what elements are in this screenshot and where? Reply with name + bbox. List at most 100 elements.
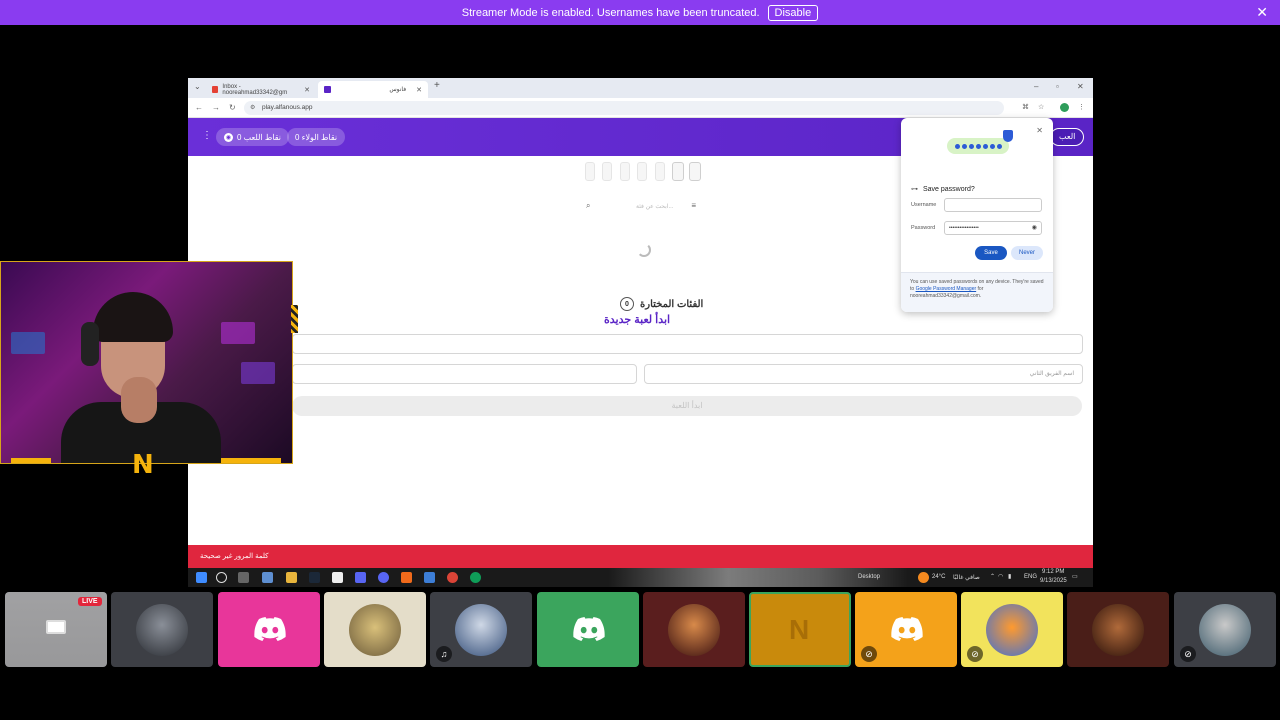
shield-icon	[1003, 130, 1013, 142]
weather-icon	[918, 572, 929, 583]
loyalty-points-pill[interactable]: نقاط الولاء 0	[287, 128, 346, 146]
new-tab-button[interactable]: +	[434, 80, 440, 91]
selected-categories-label: الفئات المختارة	[640, 298, 704, 310]
category-tab[interactable]	[672, 162, 684, 181]
password-field[interactable]: ••••••••••••••••• ◉	[944, 221, 1042, 235]
team-two-placeholder: اسم الفريق الثاني	[1029, 371, 1074, 377]
reload-icon[interactable]: ↻	[229, 103, 236, 112]
participant-tile[interactable]: ♫	[430, 592, 532, 667]
participant-tile[interactable]	[643, 592, 745, 667]
team-one-input[interactable]	[292, 364, 637, 384]
discord-logo-icon	[254, 617, 286, 641]
site-info-icon[interactable]: ⚙	[250, 101, 255, 115]
browser-window: ⌄ Inbox - nooreahmad33342@gm ✕ فانوس ✕ +…	[188, 78, 1093, 568]
selected-categories-count: 0	[620, 297, 634, 311]
restore-button[interactable]: ▫	[1056, 82, 1059, 91]
notification-icon[interactable]: ▭	[1072, 573, 1078, 580]
streamer-logo-icon: N	[789, 614, 810, 645]
tab-inbox[interactable]: Inbox - nooreahmad33342@gm ✕	[206, 81, 316, 98]
password-value: •••••••••••••••••	[949, 225, 979, 231]
participant-tile[interactable]	[537, 592, 639, 667]
weather-temp: 24°C	[932, 574, 946, 580]
participant-tile[interactable]	[1067, 592, 1169, 667]
password-manager-link[interactable]: Google Password Manager	[916, 286, 977, 292]
steam-icon[interactable]	[309, 572, 320, 583]
participant-tile[interactable]: ⊘	[855, 592, 957, 667]
filter-icon[interactable]: ≡	[691, 201, 696, 210]
search-placeholder: ابحث عن فئة...	[636, 204, 674, 210]
url-text: play.alfanous.app	[262, 104, 313, 111]
participant-tile[interactable]	[324, 592, 426, 667]
category-tab[interactable]	[637, 162, 647, 181]
participant-avatar	[455, 604, 507, 656]
category-tab[interactable]	[689, 162, 701, 181]
popup-title: ⊶ Save password?	[911, 185, 975, 194]
category-search[interactable]: ⌕ ابحث عن فئة... ≡	[584, 201, 698, 215]
category-tab[interactable]	[602, 162, 612, 181]
close-banner-icon[interactable]: ✕	[1256, 4, 1268, 21]
streamer-webcam	[0, 261, 293, 464]
category-tab[interactable]	[655, 162, 665, 181]
category-tab[interactable]	[620, 162, 630, 181]
never-button[interactable]: Never	[1011, 246, 1043, 260]
participant-avatar	[986, 604, 1038, 656]
forward-icon[interactable]: →	[212, 103, 220, 112]
gmail-icon	[212, 86, 219, 93]
participant-tile[interactable]	[111, 592, 213, 667]
game-name-input[interactable]	[292, 334, 1083, 354]
teams-icon[interactable]	[355, 572, 366, 583]
bookmark-star-icon[interactable]: ☆	[1038, 103, 1044, 111]
tab-search-icon[interactable]: ⌄	[194, 82, 201, 91]
participant-tile-speaking[interactable]: N	[749, 592, 851, 667]
tab-title: Inbox - nooreahmad33342@gm	[222, 83, 288, 96]
disable-streamer-mode-button[interactable]: Disable	[767, 4, 819, 21]
popup-footer: You can use saved passwords on any devic…	[901, 272, 1053, 312]
desktop-label[interactable]: Desktop	[858, 574, 880, 580]
close-tab-icon[interactable]: ✕	[416, 86, 422, 94]
browser-menu-icon[interactable]: ⋮	[1078, 103, 1085, 111]
participant-tile[interactable]: ⊘	[1174, 592, 1276, 667]
discord-logo-icon	[891, 617, 923, 641]
chrome-profile-icon[interactable]	[470, 572, 481, 583]
app-menu-icon[interactable]: ⋮	[202, 130, 212, 141]
close-window-button[interactable]: ✕	[1077, 82, 1084, 91]
team-two-input[interactable]: اسم الفريق الثاني	[644, 364, 1083, 384]
loading-spinner	[637, 243, 651, 257]
back-icon[interactable]: ←	[195, 103, 203, 112]
profile-avatar[interactable]	[1060, 103, 1069, 112]
save-button[interactable]: Save	[975, 246, 1007, 260]
chrome-icon[interactable]	[447, 572, 458, 583]
close-popup-icon[interactable]: ✕	[1036, 126, 1043, 135]
tiktok-icon[interactable]	[332, 572, 343, 583]
participant-tile[interactable]	[218, 592, 320, 667]
start-game-button[interactable]: ابدأ اللعبة	[292, 396, 1082, 416]
shield-app-icon[interactable]	[424, 572, 435, 583]
minimize-button[interactable]: –	[1034, 82, 1038, 91]
search-icon[interactable]	[216, 572, 227, 583]
play-button[interactable]: العب	[1050, 128, 1085, 146]
password-label: Password	[911, 225, 936, 231]
participant-avatar	[349, 604, 401, 656]
start-icon[interactable]	[196, 572, 207, 583]
deafened-icon: ♫	[436, 646, 452, 662]
file-explorer-icon[interactable]	[286, 572, 297, 583]
wifi-icon[interactable]: ◠	[998, 573, 1003, 580]
discord-icon[interactable]	[378, 572, 389, 583]
tab-strip: ⌄ Inbox - nooreahmad33342@gm ✕ فانوس ✕ +…	[188, 78, 1093, 98]
app-a-icon[interactable]	[401, 572, 412, 583]
widgets-icon[interactable]	[262, 572, 273, 583]
mic-icon[interactable]: ▮	[1008, 573, 1011, 580]
participant-tile[interactable]: ⊘	[961, 592, 1063, 667]
password-key-icon[interactable]: ⌘	[1022, 103, 1029, 111]
task-view-icon[interactable]	[238, 572, 249, 583]
tab-alfanous[interactable]: فانوس ✕	[318, 81, 428, 98]
tab-title: فانوس	[389, 87, 407, 93]
eye-icon[interactable]: ◉	[1032, 222, 1037, 234]
url-field[interactable]: ⚙ play.alfanous.app	[244, 101, 1004, 115]
play-points-pill[interactable]: ◉ نقاط اللعب 0	[216, 128, 290, 146]
username-field[interactable]	[944, 198, 1042, 212]
language-indicator[interactable]: ENG	[1024, 574, 1037, 580]
close-tab-icon[interactable]: ✕	[304, 86, 310, 94]
tray-chevron-icon[interactable]: ⌃	[990, 573, 995, 580]
category-tab[interactable]	[585, 162, 595, 181]
